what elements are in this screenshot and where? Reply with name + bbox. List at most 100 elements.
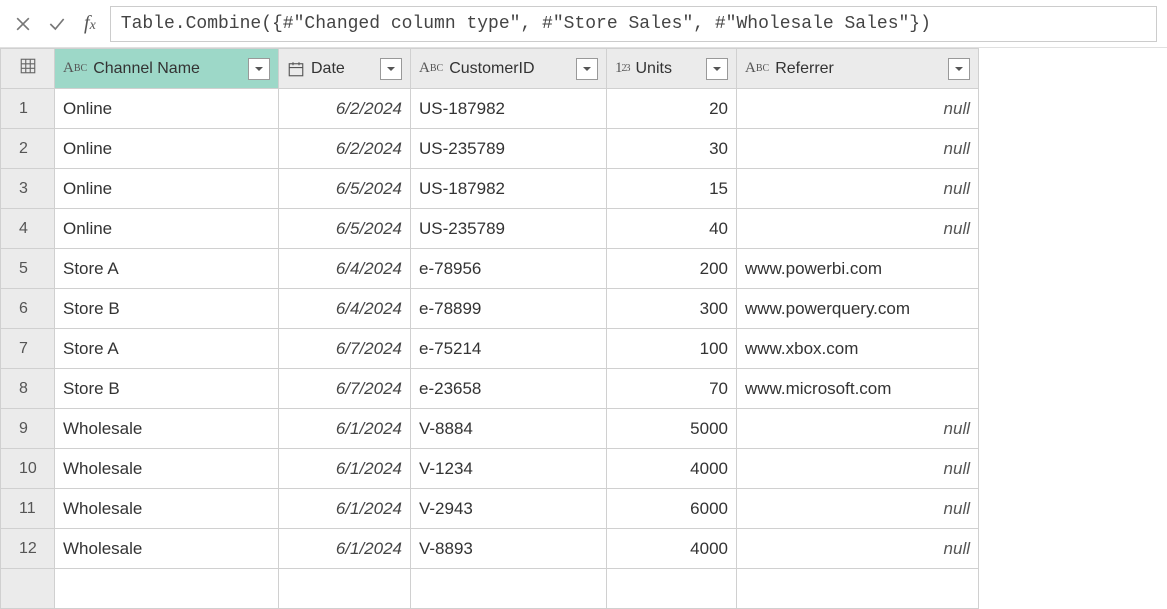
cancel-icon[interactable] [10, 11, 36, 37]
cell-referrer[interactable]: null [737, 449, 979, 489]
cell-customer[interactable]: US-235789 [411, 209, 607, 249]
cell-referrer[interactable]: null [737, 89, 979, 129]
cell-channel[interactable]: Store A [55, 249, 279, 289]
cell-channel[interactable]: Online [55, 169, 279, 209]
table-row[interactable]: 10Wholesale6/1/2024V-12344000null [1, 449, 979, 489]
row-number[interactable]: 10 [1, 449, 55, 489]
filter-dropdown-icon[interactable] [706, 58, 728, 80]
row-number[interactable]: 3 [1, 169, 55, 209]
row-number[interactable]: 12 [1, 529, 55, 569]
table-row[interactable]: 2Online6/2/2024US-23578930null [1, 129, 979, 169]
cell-date[interactable]: 6/1/2024 [279, 409, 411, 449]
column-header-customer[interactable]: ABC CustomerID [411, 49, 607, 89]
filter-dropdown-icon[interactable] [576, 58, 598, 80]
cell-channel[interactable]: Online [55, 209, 279, 249]
cell-referrer[interactable]: www.powerquery.com [737, 289, 979, 329]
cell-date[interactable]: 6/7/2024 [279, 369, 411, 409]
cell-referrer[interactable]: www.microsoft.com [737, 369, 979, 409]
table-row[interactable]: 3Online6/5/2024US-18798215null [1, 169, 979, 209]
cell-referrer[interactable]: null [737, 129, 979, 169]
cell-units[interactable]: 200 [607, 249, 737, 289]
cell-customer[interactable]: V-1234 [411, 449, 607, 489]
row-number[interactable]: 4 [1, 209, 55, 249]
cell-units[interactable]: 300 [607, 289, 737, 329]
table-row[interactable]: 11Wholesale6/1/2024V-29436000null [1, 489, 979, 529]
cell-date[interactable]: 6/1/2024 [279, 489, 411, 529]
cell-channel[interactable]: Wholesale [55, 449, 279, 489]
cell-customer[interactable]: e-78899 [411, 289, 607, 329]
cell-referrer[interactable]: null [737, 209, 979, 249]
cell-units[interactable]: 4000 [607, 529, 737, 569]
row-number[interactable]: 2 [1, 129, 55, 169]
cell-customer[interactable]: e-78956 [411, 249, 607, 289]
cell-referrer[interactable]: null [737, 169, 979, 209]
fx-icon[interactable]: fx [78, 12, 102, 35]
column-header-date[interactable]: Date [279, 49, 411, 89]
table-row[interactable]: 7Store A6/7/2024e-75214100www.xbox.com [1, 329, 979, 369]
cell-date[interactable]: 6/7/2024 [279, 329, 411, 369]
cell-customer[interactable]: US-187982 [411, 169, 607, 209]
cell-date[interactable]: 6/5/2024 [279, 209, 411, 249]
cell-channel[interactable]: Store A [55, 329, 279, 369]
cell-customer[interactable]: V-8884 [411, 409, 607, 449]
cell-units[interactable]: 5000 [607, 409, 737, 449]
filter-dropdown-icon[interactable] [380, 58, 402, 80]
cell-units[interactable]: 70 [607, 369, 737, 409]
filter-dropdown-icon[interactable] [248, 58, 270, 80]
cell-units[interactable]: 4000 [607, 449, 737, 489]
cell-referrer[interactable]: null [737, 409, 979, 449]
cell-customer[interactable]: US-235789 [411, 129, 607, 169]
row-number[interactable]: 8 [1, 369, 55, 409]
formula-input[interactable] [110, 6, 1157, 42]
cell-channel[interactable]: Store B [55, 289, 279, 329]
column-header-channel[interactable]: ABC Channel Name [55, 49, 279, 89]
column-header-referrer[interactable]: ABC Referrer [737, 49, 979, 89]
cell-date[interactable]: 6/2/2024 [279, 89, 411, 129]
cell-date[interactable]: 6/2/2024 [279, 129, 411, 169]
cell-channel[interactable]: Wholesale [55, 529, 279, 569]
cell-channel[interactable]: Wholesale [55, 409, 279, 449]
cell-date[interactable]: 6/5/2024 [279, 169, 411, 209]
cell-referrer[interactable]: null [737, 529, 979, 569]
row-number[interactable]: 7 [1, 329, 55, 369]
filter-dropdown-icon[interactable] [948, 58, 970, 80]
table-row[interactable]: 5Store A6/4/2024e-78956200www.powerbi.co… [1, 249, 979, 289]
confirm-icon[interactable] [44, 11, 70, 37]
cell-channel[interactable]: Online [55, 89, 279, 129]
cell-customer[interactable]: V-8893 [411, 529, 607, 569]
row-number[interactable]: 5 [1, 249, 55, 289]
table-row[interactable]: 9Wholesale6/1/2024V-88845000null [1, 409, 979, 449]
table-row[interactable]: 8Store B6/7/2024e-2365870www.microsoft.c… [1, 369, 979, 409]
cell-referrer[interactable]: null [737, 489, 979, 529]
row-number[interactable]: 1 [1, 89, 55, 129]
cell-channel[interactable]: Store B [55, 369, 279, 409]
cell-customer[interactable]: V-2943 [411, 489, 607, 529]
cell-referrer[interactable]: www.xbox.com [737, 329, 979, 369]
cell-customer[interactable]: e-75214 [411, 329, 607, 369]
cell-units[interactable]: 6000 [607, 489, 737, 529]
cell-units[interactable]: 15 [607, 169, 737, 209]
cell-date[interactable]: 6/4/2024 [279, 289, 411, 329]
row-selector-header[interactable] [1, 49, 55, 89]
cell-referrer[interactable]: www.powerbi.com [737, 249, 979, 289]
cell-date[interactable]: 6/1/2024 [279, 449, 411, 489]
column-header-units[interactable]: 123 Units [607, 49, 737, 89]
cell-units[interactable]: 30 [607, 129, 737, 169]
row-number[interactable]: 9 [1, 409, 55, 449]
row-number[interactable]: 6 [1, 289, 55, 329]
cell-channel[interactable]: Wholesale [55, 489, 279, 529]
cell-date[interactable]: 6/1/2024 [279, 529, 411, 569]
table-row[interactable]: 12Wholesale6/1/2024V-88934000null [1, 529, 979, 569]
cell-customer[interactable]: e-23658 [411, 369, 607, 409]
table-row[interactable]: 1Online6/2/2024US-18798220null [1, 89, 979, 129]
cell-units[interactable]: 40 [607, 209, 737, 249]
row-number[interactable]: 11 [1, 489, 55, 529]
cell-channel[interactable]: Online [55, 129, 279, 169]
table-row[interactable]: 6Store B6/4/2024e-78899300www.powerquery… [1, 289, 979, 329]
data-grid[interactable]: ABC Channel Name Date [0, 48, 1167, 609]
cell-customer[interactable]: US-187982 [411, 89, 607, 129]
cell-units[interactable]: 20 [607, 89, 737, 129]
table-row[interactable]: 4Online6/5/2024US-23578940null [1, 209, 979, 249]
cell-units[interactable]: 100 [607, 329, 737, 369]
cell-date[interactable]: 6/4/2024 [279, 249, 411, 289]
